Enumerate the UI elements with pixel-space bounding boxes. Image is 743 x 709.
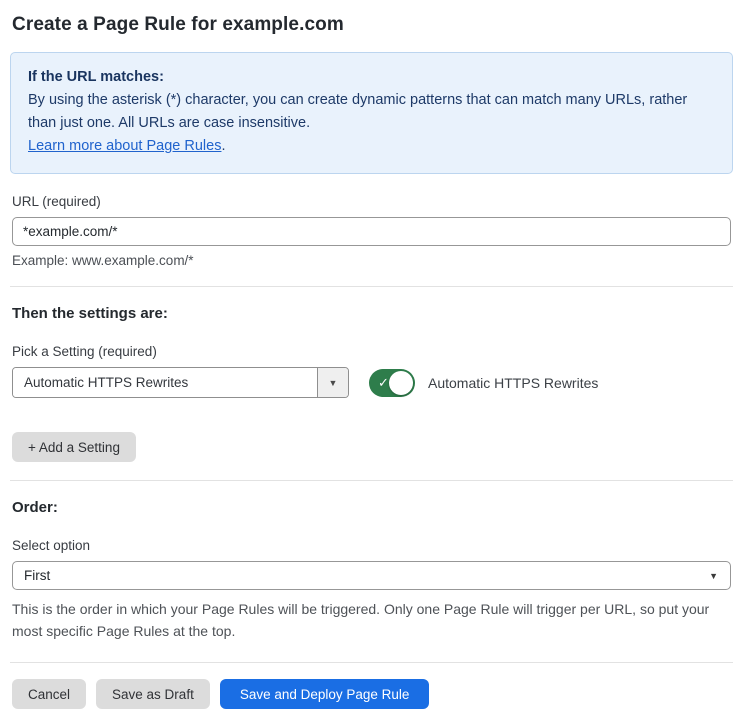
divider xyxy=(10,480,733,481)
setting-dropdown-button[interactable]: ▼ xyxy=(317,368,348,397)
link-suffix: . xyxy=(221,138,226,154)
order-section-heading: Order: xyxy=(12,499,58,516)
check-icon: ✓ xyxy=(378,374,389,390)
info-box-link-line: Learn more about Page Rules. xyxy=(28,135,715,158)
https-rewrites-toggle[interactable]: ✓ xyxy=(369,368,415,397)
order-helper-text: This is the order in which your Page Rul… xyxy=(12,601,710,639)
info-box-heading: If the URL matches: xyxy=(28,69,164,85)
page-title: Create a Page Rule for example.com xyxy=(12,14,344,35)
divider xyxy=(10,662,733,663)
order-select[interactable]: First ▼ xyxy=(12,561,731,590)
url-field-label: URL (required) xyxy=(12,194,101,209)
create-page-rule-form: Create a Page Rule for example.com If th… xyxy=(0,0,743,709)
select-option-label: Select option xyxy=(12,538,91,553)
setting-dropdown-value: Automatic HTTPS Rewrites xyxy=(13,368,317,397)
order-select-value: First xyxy=(24,568,51,583)
settings-section-heading: Then the settings are: xyxy=(12,305,168,322)
save-draft-button[interactable]: Save as Draft xyxy=(96,679,210,709)
cancel-button[interactable]: Cancel xyxy=(12,679,87,709)
url-input[interactable] xyxy=(12,217,731,246)
footer-buttons: Cancel Save as Draft Save and Deploy Pag… xyxy=(12,679,731,709)
divider xyxy=(10,286,733,287)
chevron-down-icon: ▼ xyxy=(709,570,718,581)
url-matches-info-box: If the URL matches: By using the asteris… xyxy=(10,52,733,174)
save-deploy-button[interactable]: Save and Deploy Page Rule xyxy=(219,679,430,709)
pick-setting-label: Pick a Setting (required) xyxy=(12,344,157,359)
chevron-down-icon: ▼ xyxy=(328,377,338,388)
setting-row: Automatic HTTPS Rewrites ▼ ✓ Automatic H… xyxy=(12,367,731,398)
add-setting-button[interactable]: + Add a Setting xyxy=(12,432,136,462)
toggle-label: Automatic HTTPS Rewrites xyxy=(428,374,599,391)
info-box-body: By using the asterisk (*) character, you… xyxy=(28,92,688,131)
setting-dropdown[interactable]: Automatic HTTPS Rewrites ▼ xyxy=(12,367,349,398)
url-example-text: Example: www.example.com/* xyxy=(12,253,194,268)
toggle-knob xyxy=(389,370,413,395)
learn-more-link[interactable]: Learn more about Page Rules xyxy=(28,138,221,154)
